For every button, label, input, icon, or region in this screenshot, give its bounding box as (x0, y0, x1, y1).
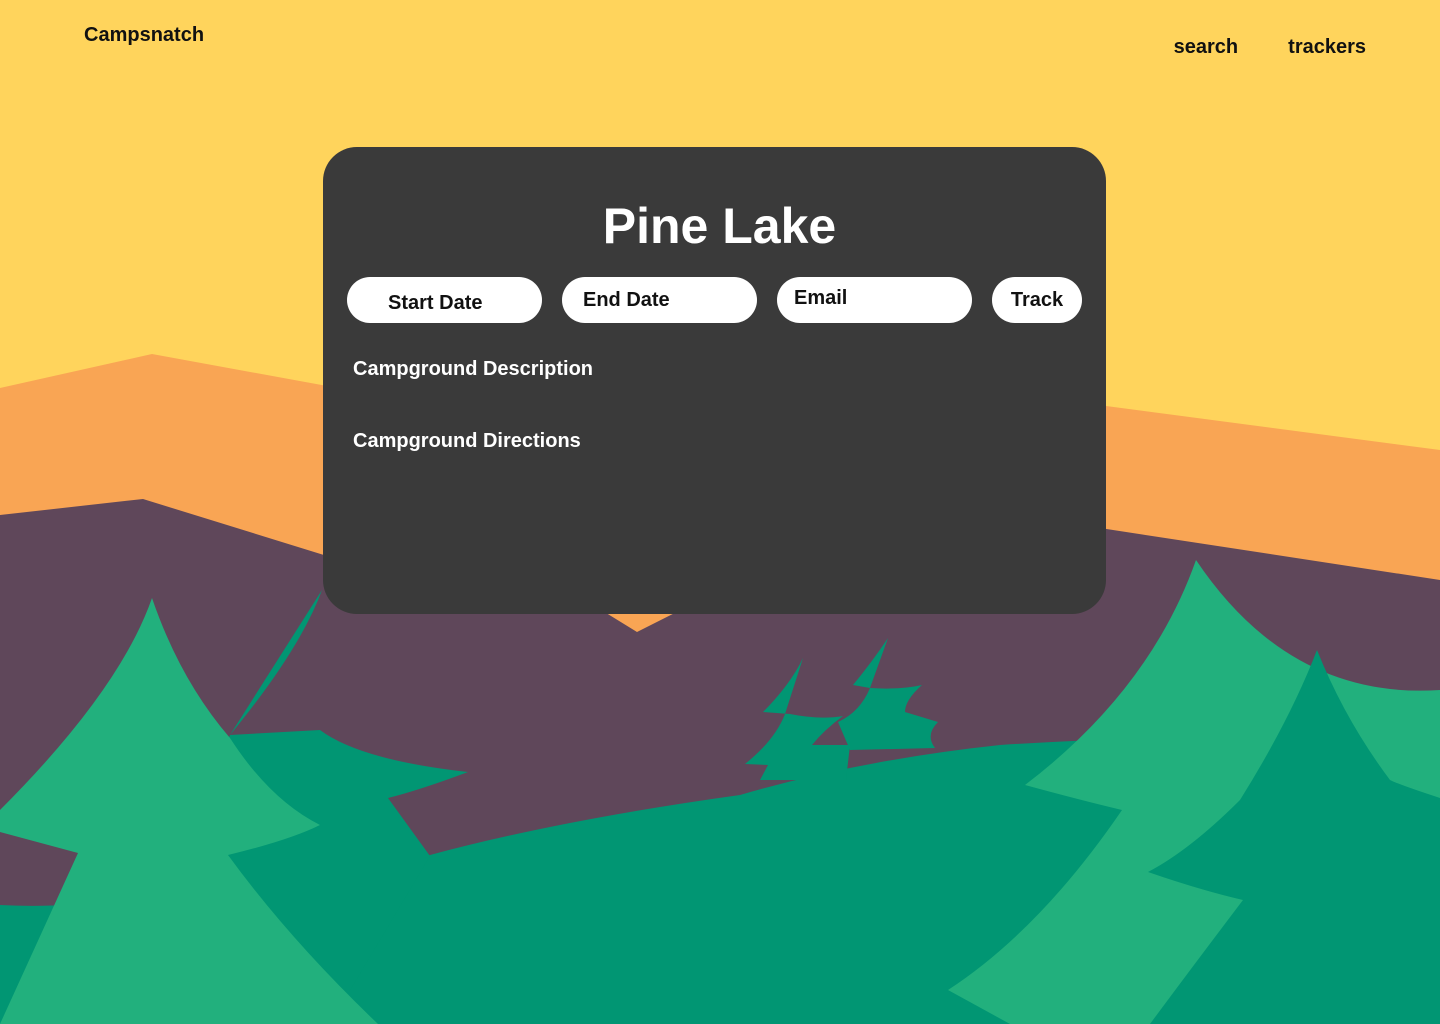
track-button[interactable]: Track (992, 277, 1082, 323)
campground-directions-heading: Campground Directions (353, 430, 581, 452)
campground-card: Pine Lake Start Date End Date Email Trac… (323, 147, 1106, 614)
top-nav: search trackers (1174, 36, 1366, 59)
end-date-input[interactable]: End Date (562, 277, 757, 323)
brand-logo-text[interactable]: Campsnatch (84, 24, 204, 47)
campground-description-heading: Campground Description (353, 358, 594, 380)
nav-search-link[interactable]: search (1174, 36, 1239, 59)
email-input[interactable]: Email (777, 277, 972, 323)
nav-trackers-link[interactable]: trackers (1288, 36, 1366, 59)
start-date-input[interactable]: Start Date (347, 277, 542, 323)
campground-title: Pine Lake (602, 198, 837, 254)
